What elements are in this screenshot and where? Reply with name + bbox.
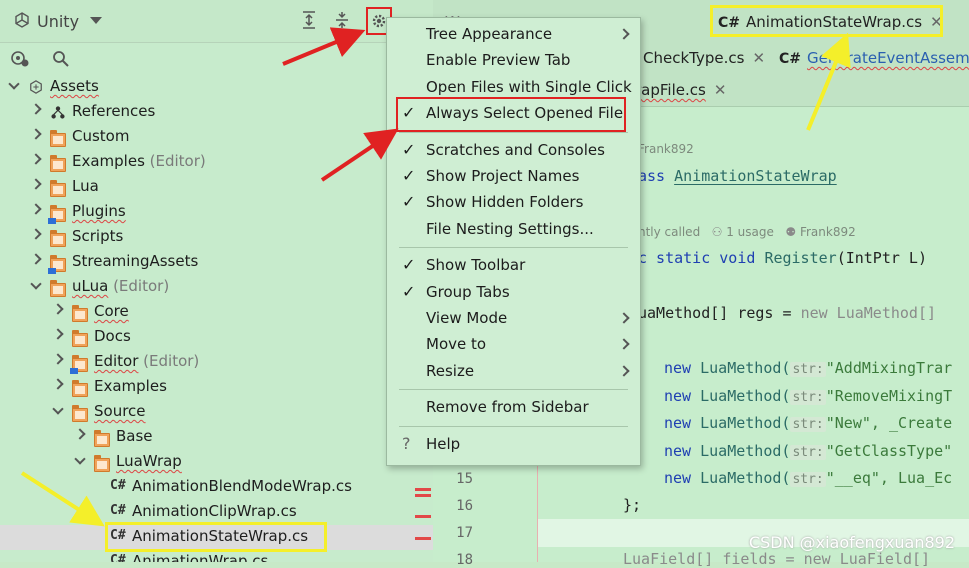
red-arrow-icon	[282, 27, 366, 66]
red-arrow-icon	[320, 128, 399, 182]
yellow-arrow-icon	[20, 471, 105, 527]
yellow-arrow-icon	[806, 32, 851, 131]
annotation-arrows	[20, 27, 851, 527]
